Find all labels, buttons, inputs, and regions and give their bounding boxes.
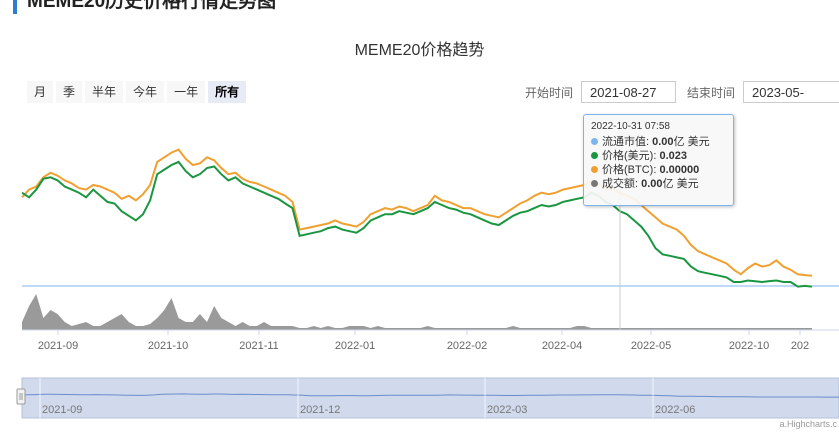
price-chart[interactable]: 2021-09 2021-10 2021-11 2022-01 2022-02 2022-… [0,0,839,434]
tooltip-series-dot [591,137,598,145]
tooltip-unit: 亿 美元 [662,178,699,190]
x-axis-tick-label: 2021-10 [148,340,188,352]
x-axis-tick-label: 2021-09 [38,340,78,352]
x-axis-labels: 2021-09 2021-10 2021-11 2022-01 2022-02 2022-… [38,330,809,352]
tooltip-row: 价格(美元): 0.023 [591,149,726,163]
tooltip-label: 流通市值: [602,136,653,148]
tooltip-value: 0.00 [641,178,663,190]
tooltip-unit: 亿 美元 [673,136,710,148]
x-axis-tick-label: 2022-04 [542,340,582,352]
tooltip-series-dot [591,151,598,159]
tooltip-date: 2022-10-31 07:58 [591,121,670,132]
highcharts-credits[interactable]: a.Highcharts.c [779,419,837,429]
navigator-tick-label: 2021-09 [42,404,82,416]
tooltip-label: 价格(美元): [602,150,660,162]
volume-area-layer [22,294,812,330]
tooltip-row: 流通市值: 0.00亿 美元 [591,135,726,149]
tooltip-series-dot [591,179,598,187]
tooltip-value: 0.00 [652,136,674,148]
navigator-tick-label: 2021-12 [300,404,340,416]
x-axis-tick-label: 2022-01 [335,340,375,352]
chart-tooltip: 2022-10-31 07:58 流通市值: 0.00亿 美元 价格(美元): 0… [583,114,734,206]
tooltip-value: 0.00000 [659,164,700,176]
tooltip-series-dot [591,165,598,173]
x-axis-tick-label: 2021-11 [239,340,279,352]
tooltip-label: 成交额: [602,178,642,190]
navigator-tick-label: 2022-06 [655,404,695,416]
navigator-mask [22,378,839,418]
x-axis-tick-label: 2022-10 [729,340,769,352]
navigator-tick-label: 2022-03 [487,404,527,416]
navigator-left-handle[interactable] [16,388,26,405]
tooltip-label: 价格(BTC): [602,164,660,176]
x-axis-tick-label: 202 [791,340,809,352]
volume-area [22,294,812,330]
tooltip-value: 0.023 [659,150,687,162]
tooltip-row: 成交额: 0.00亿 美元 [591,177,726,191]
x-axis-tick-label: 2022-05 [631,340,671,352]
tooltip-rows: 流通市值: 0.00亿 美元 价格(美元): 0.023 价格(BTC): 0.00… [591,135,726,191]
tooltip-row: 价格(BTC): 0.00000 [591,163,726,177]
x-axis-tick-label: 2022-02 [447,340,487,352]
